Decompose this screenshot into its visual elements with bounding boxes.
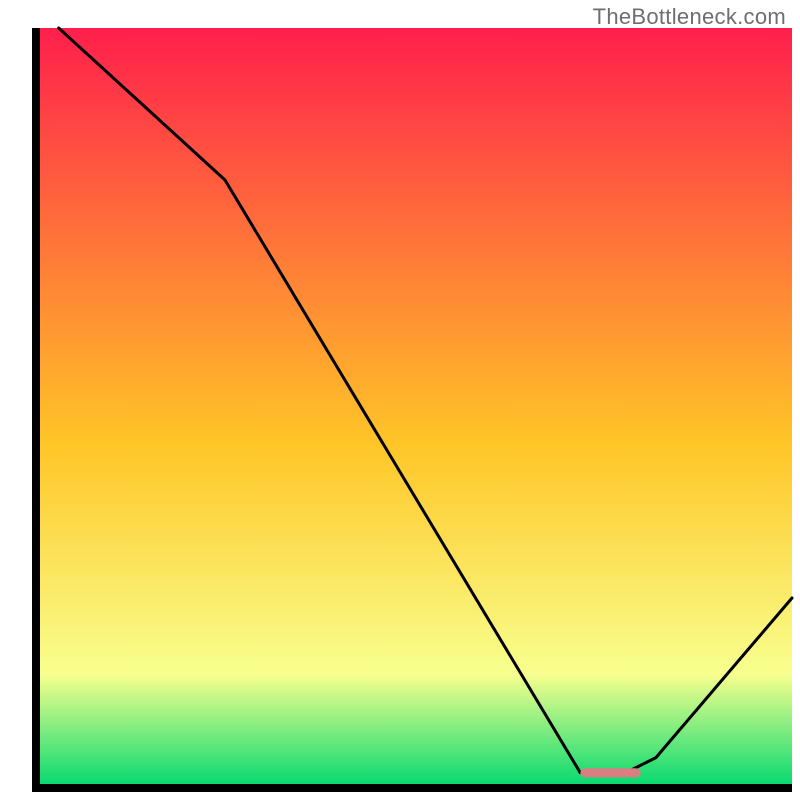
optimal-range-marker (580, 768, 640, 777)
chart-container: TheBottleneck.com (0, 0, 800, 800)
plot-background (36, 28, 792, 788)
bottleneck-chart (0, 0, 800, 800)
watermark-text: TheBottleneck.com (593, 4, 786, 30)
